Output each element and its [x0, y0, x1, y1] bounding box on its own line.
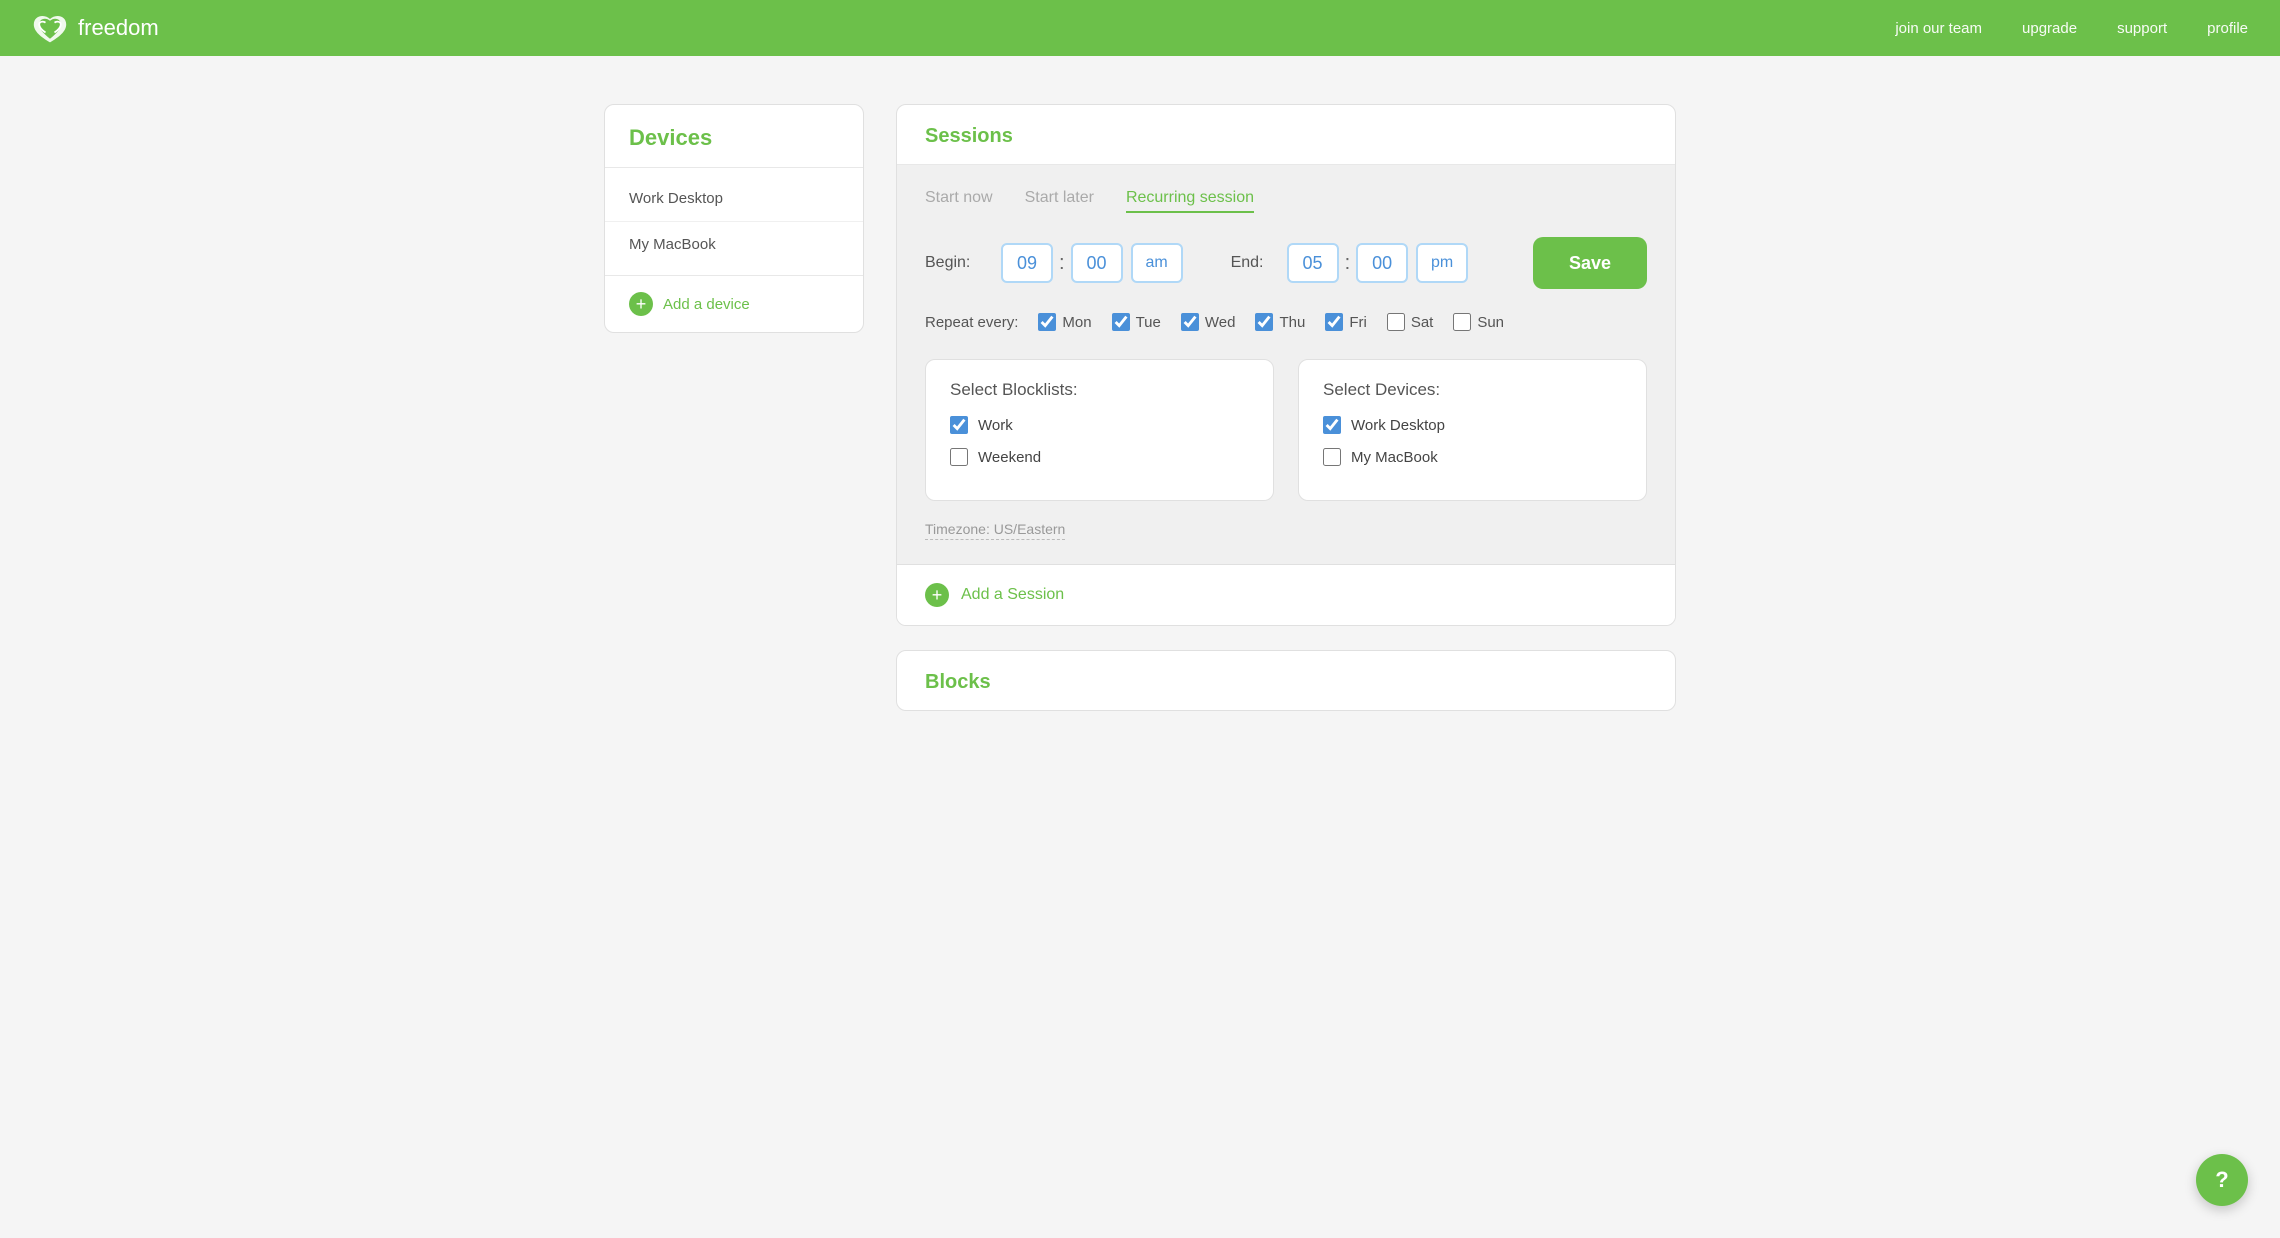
day-fri[interactable]: Fri — [1325, 313, 1367, 331]
day-tue-label: Tue — [1136, 314, 1161, 331]
day-thu-checkbox[interactable] — [1255, 313, 1273, 331]
devices-title: Select Devices: — [1323, 380, 1622, 400]
tab-start-now[interactable]: Start now — [925, 189, 993, 213]
day-thu-label: Thu — [1279, 314, 1305, 331]
blocklist-work-label: Work — [978, 417, 1013, 434]
begin-hour-input[interactable] — [1001, 243, 1053, 283]
timezone-row[interactable]: Timezone: US/Eastern — [925, 521, 1065, 540]
day-thu[interactable]: Thu — [1255, 313, 1305, 331]
tab-recurring[interactable]: Recurring session — [1126, 189, 1254, 213]
end-hour-input[interactable] — [1287, 243, 1339, 283]
blocks-card: Blocks — [896, 650, 1676, 711]
device-macbook-label: My MacBook — [1351, 449, 1438, 466]
tab-start-later[interactable]: Start later — [1025, 189, 1094, 213]
help-button[interactable]: ? — [2196, 1154, 2248, 1206]
colon-2: : — [1345, 252, 1351, 275]
day-sun-label: Sun — [1477, 314, 1504, 331]
logo: freedom — [32, 10, 159, 46]
timezone-label: Timezone: US/Eastern — [925, 521, 1065, 537]
select-panels-row: Select Blocklists: Work Weekend Select D… — [925, 359, 1647, 501]
add-device-label: Add a device — [663, 296, 750, 313]
sidebar-device-item[interactable]: My MacBook — [605, 222, 863, 267]
blocklist-work[interactable]: Work — [950, 416, 1249, 434]
device-work-desktop-label: Work Desktop — [1351, 417, 1445, 434]
right-content: Sessions Start now Start later Recurring… — [896, 104, 1676, 711]
blocklists-panel: Select Blocklists: Work Weekend — [925, 359, 1274, 501]
devices-panel: Select Devices: Work Desktop My MacBook — [1298, 359, 1647, 501]
sessions-title: Sessions — [925, 125, 1013, 147]
time-row: Begin: : End: : Save — [925, 237, 1647, 289]
blocklist-weekend[interactable]: Weekend — [950, 448, 1249, 466]
logo-icon — [32, 10, 68, 46]
nav-profile[interactable]: profile — [2207, 20, 2248, 37]
blocklist-work-checkbox[interactable] — [950, 416, 968, 434]
nav-upgrade[interactable]: upgrade — [2022, 20, 2077, 37]
device-work-desktop[interactable]: Work Desktop — [1323, 416, 1622, 434]
begin-ampm-input[interactable] — [1131, 243, 1183, 283]
day-tue[interactable]: Tue — [1112, 313, 1161, 331]
add-device-button[interactable]: + Add a device — [605, 275, 863, 332]
logo-text: freedom — [78, 15, 159, 41]
sidebar: Devices Work Desktop My MacBook + Add a … — [604, 104, 864, 711]
end-time-group: : — [1287, 243, 1469, 283]
blocklist-weekend-checkbox[interactable] — [950, 448, 968, 466]
sidebar-card: Devices Work Desktop My MacBook + Add a … — [604, 104, 864, 333]
end-label: End: — [1231, 254, 1271, 272]
nav-join[interactable]: join our team — [1895, 20, 1982, 37]
blocks-header: Blocks — [897, 651, 1675, 710]
session-form-area: Start now Start later Recurring session … — [897, 165, 1675, 564]
add-session-button[interactable]: + Add a Session — [897, 564, 1675, 625]
day-sat-label: Sat — [1411, 314, 1434, 331]
device-work-desktop-checkbox[interactable] — [1323, 416, 1341, 434]
sessions-card: Sessions Start now Start later Recurring… — [896, 104, 1676, 626]
repeat-row: Repeat every: Mon Tue Wed — [925, 313, 1647, 331]
save-button[interactable]: Save — [1533, 237, 1647, 289]
add-session-label: Add a Session — [961, 586, 1064, 604]
sidebar-title: Devices — [629, 125, 712, 150]
sidebar-device-list: Work Desktop My MacBook — [605, 168, 863, 275]
day-mon[interactable]: Mon — [1038, 313, 1091, 331]
sessions-header: Sessions — [897, 105, 1675, 165]
blocklists-title: Select Blocklists: — [950, 380, 1249, 400]
end-ampm-input[interactable] — [1416, 243, 1468, 283]
day-fri-label: Fri — [1349, 314, 1367, 331]
add-session-icon: + — [925, 583, 949, 607]
main-content: Devices Work Desktop My MacBook + Add a … — [540, 56, 1740, 759]
day-tue-checkbox[interactable] — [1112, 313, 1130, 331]
repeat-label: Repeat every: — [925, 314, 1018, 331]
sidebar-header: Devices — [605, 105, 863, 168]
end-minute-input[interactable] — [1356, 243, 1408, 283]
header: freedom join our team upgrade support pr… — [0, 0, 2280, 56]
begin-time-group: : — [1001, 243, 1183, 283]
day-mon-checkbox[interactable] — [1038, 313, 1056, 331]
blocklist-weekend-label: Weekend — [978, 449, 1041, 466]
device-macbook[interactable]: My MacBook — [1323, 448, 1622, 466]
colon-1: : — [1059, 252, 1065, 275]
day-wed-checkbox[interactable] — [1181, 313, 1199, 331]
day-wed[interactable]: Wed — [1181, 313, 1236, 331]
day-sat[interactable]: Sat — [1387, 313, 1434, 331]
day-sat-checkbox[interactable] — [1387, 313, 1405, 331]
header-nav: join our team upgrade support profile — [1895, 20, 2248, 37]
nav-support[interactable]: support — [2117, 20, 2167, 37]
session-tabs: Start now Start later Recurring session — [925, 189, 1647, 213]
day-mon-label: Mon — [1062, 314, 1091, 331]
day-sun[interactable]: Sun — [1453, 313, 1504, 331]
day-sun-checkbox[interactable] — [1453, 313, 1471, 331]
help-icon: ? — [2215, 1167, 2228, 1193]
day-wed-label: Wed — [1205, 314, 1236, 331]
begin-minute-input[interactable] — [1071, 243, 1123, 283]
device-macbook-checkbox[interactable] — [1323, 448, 1341, 466]
add-device-icon: + — [629, 292, 653, 316]
blocks-title: Blocks — [925, 671, 991, 693]
sidebar-device-item[interactable]: Work Desktop — [605, 176, 863, 222]
begin-label: Begin: — [925, 254, 985, 272]
day-fri-checkbox[interactable] — [1325, 313, 1343, 331]
